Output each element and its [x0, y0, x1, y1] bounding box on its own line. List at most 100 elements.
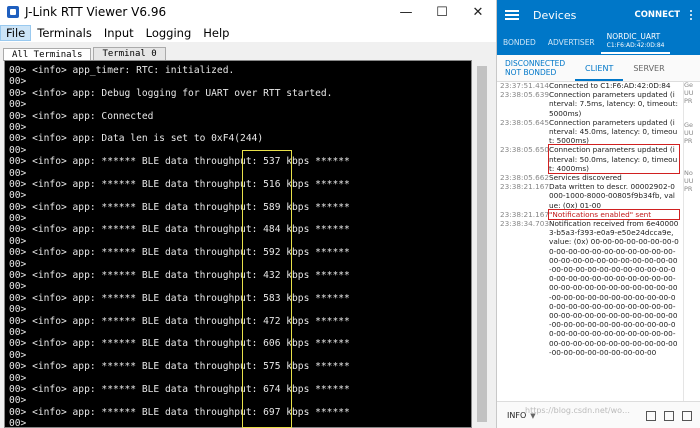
log-entry: 23:38:05.662 Services discovered	[497, 173, 682, 182]
side-peek-text: No	[684, 169, 693, 177]
terminal-line: 00> <info> app: ****** BLE data throughp…	[9, 406, 350, 418]
scrollbar-thumb[interactable]	[477, 66, 487, 422]
app-bar: Devices CONNECT	[497, 0, 700, 30]
terminal-line: 00> <info> app: Connected	[9, 110, 154, 122]
terminal-line: 00>	[9, 304, 27, 316]
log-timestamp: 23:38:05.662	[500, 173, 550, 183]
window-title: J-Link RTT Viewer V6.96	[25, 5, 167, 19]
terminal-tabs: All Terminals Terminal 0	[0, 44, 496, 61]
log-timestamp: 23:38:34.703	[500, 219, 550, 229]
maximize-button[interactable]: ☐	[424, 0, 460, 24]
terminal-line: 00> <info> app: ****** BLE data throughp…	[9, 178, 350, 190]
terminal-line: 00> <info> app: ****** BLE data throughp…	[9, 156, 350, 168]
log-level-select[interactable]: INFO	[507, 411, 526, 420]
log-message: Data written to descr. 00002902-0000-100…	[549, 182, 675, 210]
menu-bar: File Terminals Input Logging Help	[0, 24, 496, 42]
connection-status-row: DISCONNECTED NOT BONDED CLIENT SERVER	[497, 55, 700, 82]
terminal-line: 00>	[9, 99, 27, 111]
log-timestamp: 23:38:21.167	[500, 182, 550, 192]
log-message: Services discovered	[549, 173, 622, 183]
terminal-line: 00> <info> app: ****** BLE data throughp…	[9, 361, 350, 373]
log-entry: 23:37:51.414 Connected to C1:F6:AD:42:0D:…	[497, 81, 682, 90]
terminal-line: 00>	[9, 418, 27, 428]
menu-help[interactable]: Help	[197, 26, 235, 40]
minimize-button[interactable]: —	[388, 0, 424, 24]
jlink-app-icon	[7, 6, 19, 18]
tab-bonded[interactable]: BONDED	[497, 38, 542, 47]
log-message: Connected to C1:F6:AD:42:0D:84	[549, 81, 671, 90]
terminal-line: 00> <info> app: ****** BLE data throughp…	[9, 292, 350, 304]
side-peek-text: UU	[684, 89, 694, 97]
log-entry: 23:38:21.167 "Notifications enabled" sent	[497, 208, 682, 221]
tab-server[interactable]: SERVER	[623, 64, 674, 73]
title-bar: J-Link RTT Viewer V6.96 — ☐ ✕	[0, 0, 496, 24]
terminal-line: 00>	[9, 213, 27, 225]
side-peek-text	[684, 161, 700, 169]
tab-advertiser[interactable]: ADVERTISER	[542, 38, 601, 47]
terminal-line: 00>	[9, 167, 27, 179]
side-peek-text: UU	[684, 129, 694, 137]
log-entry: 23:38:05.639 Connection parameters update…	[497, 90, 682, 118]
terminal-line: 00> <info> app: ****** BLE data throughp…	[9, 201, 350, 213]
more-options-icon[interactable]	[686, 10, 696, 20]
watermark: https://blog.csdn.net/wo…	[525, 406, 631, 415]
terminal-line: 00>	[9, 395, 27, 407]
terminal-line: 00> <info> app_timer: RTC: initialized.	[9, 65, 235, 76]
log-entry: 23:38:34.703 Notification received from 6…	[497, 219, 682, 357]
terminal-line: 00>	[9, 326, 27, 338]
log-message: Notification received from 6e400003-b5a3…	[549, 219, 679, 357]
menu-icon[interactable]	[505, 10, 519, 20]
log-message: Connection parameters updated (interval:…	[549, 90, 678, 118]
connection-status: DISCONNECTED NOT BONDED	[497, 59, 575, 77]
log-list: 23:37:51.414 Connected to C1:F6:AD:42:0D:…	[497, 81, 682, 401]
device-tabs: BONDED ADVERTISER NORDIC_UART C1:F6:AD:4…	[497, 30, 700, 55]
side-peek-text	[684, 145, 700, 153]
terminal-line: 00> <info> app: ****** BLE data throughp…	[9, 338, 350, 350]
tab-nordic-uart[interactable]: NORDIC_UART C1:F6:AD:42:0D:84	[600, 31, 671, 54]
save-icon[interactable]	[664, 410, 674, 421]
terminal-line: 00> <info> app: ****** BLE data throughp…	[9, 247, 350, 259]
tab-terminal-0[interactable]: Terminal 0	[93, 47, 166, 60]
terminal-line: 00> <info> app: ****** BLE data throughp…	[9, 315, 350, 327]
terminal-line: 00> <info> app: ****** BLE data throughp…	[9, 383, 350, 395]
status-not-bonded: NOT BONDED	[505, 68, 557, 77]
log-actions	[646, 410, 692, 421]
log-timestamp: 23:38:05.645	[500, 117, 550, 127]
log-entry: 23:38:05.645 Connection parameters update…	[497, 118, 682, 146]
side-peek-text	[684, 105, 700, 113]
log-timestamp: 23:38:21.167	[500, 209, 550, 219]
app-title: Devices	[533, 8, 577, 22]
side-peek-text: Ge	[684, 81, 694, 89]
connect-button[interactable]: CONNECT	[634, 10, 680, 20]
service-list-peek: Ge UU PR Ge UU PR No UU PR	[683, 81, 700, 401]
terminal-line: 00> <info> app: ****** BLE data throughp…	[9, 224, 350, 236]
terminal-line: 00> <info> app: Debug logging for UART o…	[9, 87, 333, 99]
device-name: NORDIC_UART	[606, 31, 661, 41]
close-button[interactable]: ✕	[460, 0, 496, 24]
device-address: C1:F6:AD:42:0D:84	[606, 41, 665, 49]
menu-logging[interactable]: Logging	[140, 26, 198, 40]
terminal-output: 00> <info> app_timer: RTC: initialized. 0…	[4, 60, 472, 428]
jlink-rtt-viewer-window: J-Link RTT Viewer V6.96 — ☐ ✕ File Termi…	[0, 0, 497, 428]
menu-input[interactable]: Input	[98, 26, 140, 40]
terminal-line: 00>	[9, 372, 27, 384]
status-disconnected: DISCONNECTED	[505, 59, 566, 68]
terminal-line: 00>	[9, 121, 27, 133]
menu-terminals[interactable]: Terminals	[31, 26, 98, 40]
side-peek-text: PR	[684, 97, 693, 105]
clear-icon[interactable]	[682, 410, 692, 421]
log-message: "Notifications enabled" sent	[548, 208, 680, 221]
side-peek-text: PR	[684, 185, 693, 193]
terminal-line: 00>	[9, 144, 27, 156]
log-timestamp: 23:37:51.414	[500, 81, 550, 90]
tab-client[interactable]: CLIENT	[575, 64, 624, 81]
terminal-line: 00>	[9, 76, 27, 88]
terminal-line: 00>	[9, 190, 27, 202]
log-entry: 23:38:05.650 Connection parameters update…	[497, 144, 682, 175]
terminal-scrollbar[interactable]	[474, 60, 490, 428]
terminal-line: 00>	[9, 281, 27, 293]
menu-file[interactable]: File	[0, 25, 32, 41]
log-timestamp: 23:38:05.650	[500, 145, 550, 155]
log-message: Connection parameters updated (interval:…	[548, 144, 680, 175]
copy-icon[interactable]	[646, 410, 656, 421]
